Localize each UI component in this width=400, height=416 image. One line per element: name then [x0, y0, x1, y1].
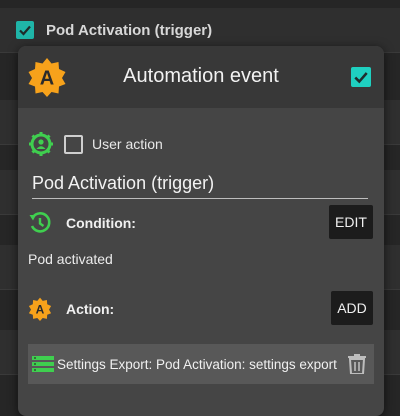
action-label: Action: — [66, 301, 115, 317]
clock-condition-icon — [29, 212, 51, 233]
trash-icon[interactable] — [348, 354, 366, 374]
add-action-button[interactable]: ADD — [331, 291, 373, 325]
enabled-checkbox[interactable] — [351, 67, 371, 87]
event-name-value: Pod Activation (trigger) — [32, 173, 215, 193]
enabled-checkbox[interactable] — [16, 21, 34, 39]
action-row: A Action: — [28, 294, 114, 324]
condition-row: Condition: — [28, 208, 374, 238]
event-name-input[interactable]: Pod Activation (trigger) — [32, 170, 368, 199]
list-icon — [32, 356, 54, 372]
action-list-item[interactable]: Settings Export: Pod Activation: setting… — [28, 344, 374, 384]
checkmark-icon — [19, 25, 31, 36]
background-item-title: Pod Activation (trigger) — [46, 21, 213, 39]
svg-text:A: A — [36, 303, 45, 317]
edit-condition-button[interactable]: EDIT — [329, 205, 373, 239]
user-action-label: User action — [92, 136, 163, 152]
condition-label: Condition: — [66, 215, 136, 231]
automation-event-dialog: A Automation event User action Pod Activ… — [18, 46, 384, 416]
gear-person-icon — [29, 132, 53, 156]
dialog-header: A Automation event — [18, 46, 384, 108]
user-action-row: User action — [28, 130, 163, 158]
action-item-text: Settings Export: Pod Activation: setting… — [57, 356, 337, 372]
checkmark-icon — [354, 72, 368, 84]
condition-value: Pod activated — [28, 251, 113, 267]
dialog-title: Automation event — [123, 65, 279, 87]
user-action-checkbox[interactable] — [64, 134, 83, 154]
action-logo-icon: A — [28, 297, 52, 321]
